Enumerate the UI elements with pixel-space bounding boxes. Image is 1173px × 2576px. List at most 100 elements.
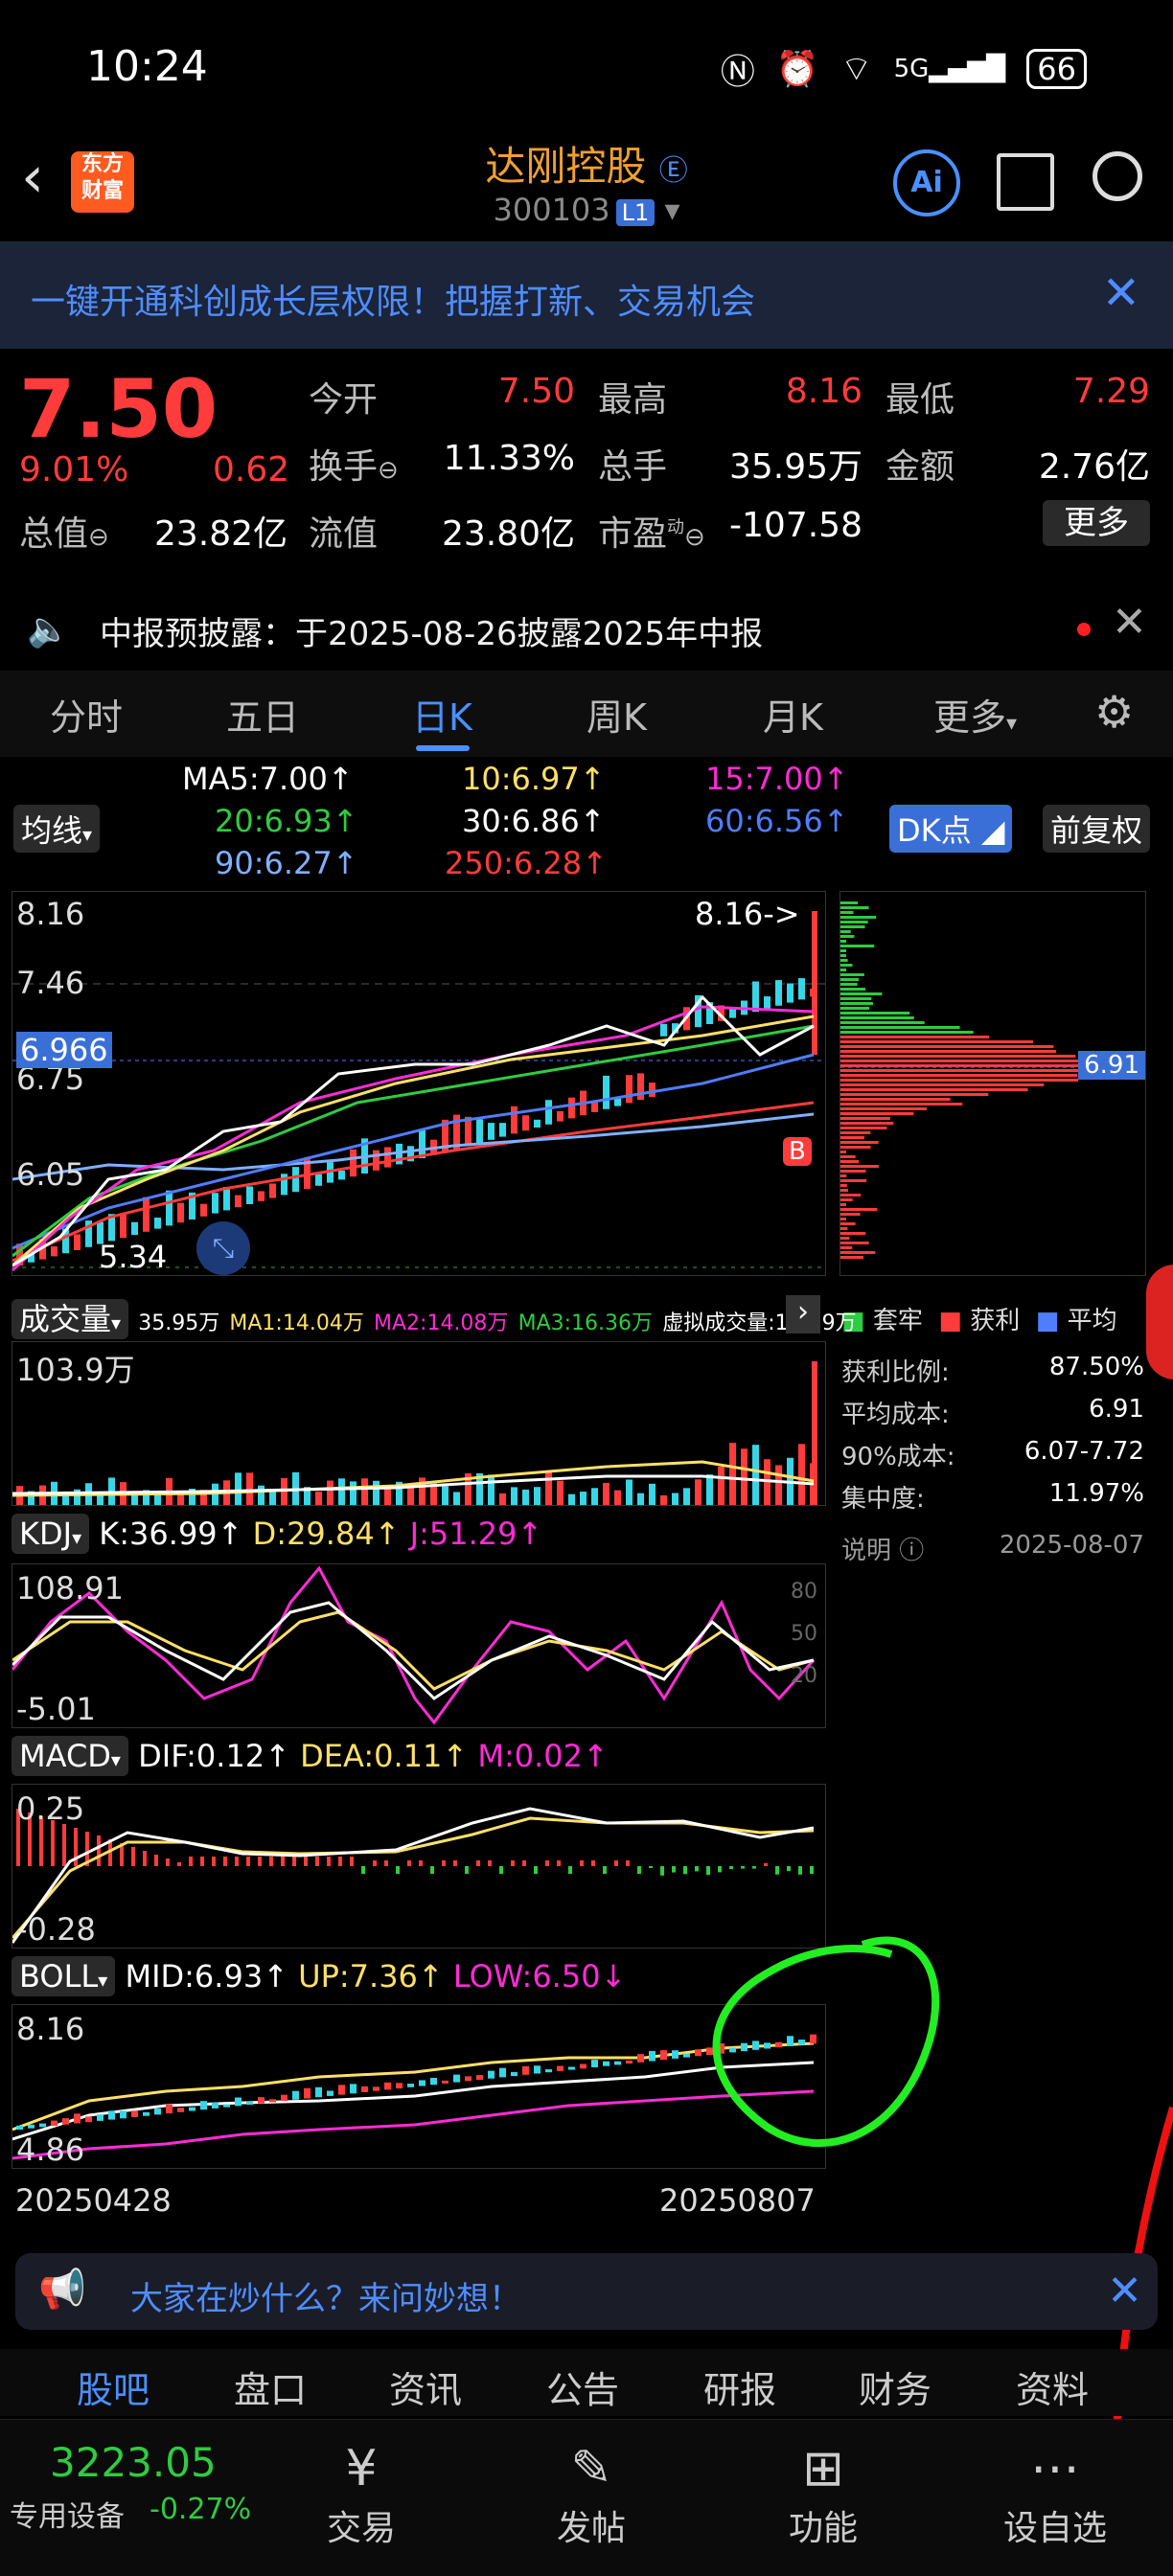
candle	[660, 1023, 667, 1037]
volume-bar	[545, 1471, 552, 1505]
sector-change: -0.27%	[150, 2493, 252, 2526]
volume-bar	[603, 1482, 610, 1505]
more-icon: ⋯	[1030, 2440, 1080, 2497]
candle	[637, 1073, 644, 1101]
sector-name[interactable]: 专用设备	[10, 2493, 125, 2535]
volume-bar	[626, 1479, 632, 1505]
volume-bar	[453, 1492, 460, 1505]
candle	[729, 1008, 736, 1018]
floating-tab[interactable]	[1146, 1265, 1173, 1379]
candle	[649, 1083, 656, 1097]
volume-bar	[177, 1494, 184, 1505]
tab-finance[interactable]: 财务	[859, 2360, 932, 2413]
notice-bar[interactable]: 🔈 中报预披露：于2025-08-26披露2025年中报 ✕	[0, 594, 1173, 661]
candle	[166, 1190, 172, 1226]
close-icon[interactable]: ✕	[1112, 598, 1147, 647]
search-icon[interactable]	[1092, 151, 1142, 201]
open-value: 7.50	[497, 372, 575, 411]
tab-research[interactable]: 研报	[703, 2360, 776, 2413]
megaphone-icon: 📢	[38, 2268, 86, 2312]
candle	[626, 1075, 632, 1104]
chip-bar	[840, 1256, 863, 1259]
trade-button[interactable]: ¥ 交易	[289, 2437, 433, 2550]
tab-more[interactable]: 更多▾	[933, 688, 1017, 741]
tab-pankou[interactable]: 盘口	[234, 2360, 307, 2413]
volume-bar	[327, 1480, 334, 1505]
more-button[interactable]: 更多	[1043, 500, 1150, 546]
chip-bar	[840, 983, 858, 986]
adjust-selector[interactable]: 前复权	[1043, 805, 1151, 853]
volume-value: 35.95万	[728, 447, 862, 487]
tab-intraday[interactable]: 分时	[50, 688, 123, 741]
close-icon[interactable]: ✕	[1102, 266, 1140, 320]
ma-type-selector[interactable]: 均线▾	[13, 805, 101, 853]
macd-selector[interactable]: MACD▾	[12, 1736, 128, 1776]
candle	[511, 1106, 518, 1134]
battery-icon: 66	[1026, 49, 1087, 89]
macd-bar	[465, 1866, 469, 1874]
kline-panel[interactable]: 8.16 7.46 6.75 6.05 6.966 8.16-> 5.34 B …	[12, 891, 826, 1276]
chip-bar	[840, 1060, 1094, 1062]
tab-guba[interactable]: 股吧	[77, 2360, 150, 2413]
promo-banner[interactable]: 一键开通科创成长层权限！把握打新、交易机会 ✕	[0, 241, 1173, 349]
ai-button[interactable]: Ai	[893, 149, 960, 217]
tab-weekly-k[interactable]: 周K	[586, 688, 647, 741]
kdj-header: KDJ▾ K:36.99↑ D:29.84↑ J:51.29↑	[12, 1514, 542, 1554]
ask-bar[interactable]: 📢 大家在炒什么？来问妙想！ ✕	[15, 2253, 1158, 2330]
macd-max: 0.25	[16, 1790, 85, 1827]
volume-bar	[499, 1493, 506, 1505]
chevron-right-icon[interactable]: ›	[786, 1295, 820, 1334]
low-label: 最低	[886, 380, 955, 420]
functions-button[interactable]: ⊞ 功能	[751, 2437, 895, 2550]
kdj-selector[interactable]: KDJ▾	[12, 1514, 90, 1554]
chip-bar	[840, 930, 851, 933]
buy-signal-mark[interactable]: B	[783, 1137, 812, 1166]
tab-news[interactable]: 资讯	[389, 2360, 462, 2413]
kdj-panel[interactable]: 108.91 -5.01 80 50 20	[12, 1563, 826, 1728]
chip-bar	[840, 921, 868, 923]
volume-bar	[637, 1493, 644, 1505]
concentration-label: 集中度:	[841, 1485, 925, 1514]
chip-bar	[840, 949, 846, 952]
macd-bar	[51, 1820, 55, 1866]
tab-5day[interactable]: 五日	[226, 688, 299, 741]
post-button[interactable]: ✎ 发帖	[519, 2437, 663, 2550]
dk-point-button[interactable]: DK点 ◢	[889, 805, 1013, 853]
notice-text: 中报预披露：于2025-08-26披露2025年中报	[100, 615, 764, 653]
macd-bar	[787, 1866, 791, 1872]
chip-bar	[840, 1146, 871, 1149]
gear-icon[interactable]: ⚙	[1094, 686, 1134, 738]
macd-bar	[430, 1866, 434, 1874]
ma90-value: 90:6.27↑	[215, 845, 358, 881]
y-tick: 6.05	[16, 1156, 85, 1193]
macd-bar	[695, 1866, 699, 1872]
macd-bar	[281, 1857, 285, 1866]
volume-bar	[741, 1448, 748, 1505]
volume-selector[interactable]: 成交量▾	[12, 1299, 129, 1339]
tab-announcements[interactable]: 公告	[546, 2360, 619, 2413]
macd-bar	[568, 1866, 572, 1874]
tab-daily-k[interactable]: 日K	[412, 688, 472, 741]
candle	[235, 1195, 242, 1208]
volume-bar	[373, 1480, 380, 1505]
stock-header: ‹ 东方 财富 达刚控股 Ⓔ 300103 L1 ▾ Ai	[0, 134, 1173, 239]
macd-bar	[591, 1860, 595, 1866]
volume-panel[interactable]: 103.9万	[12, 1341, 826, 1506]
volume-bar	[361, 1478, 368, 1505]
volume-bar	[718, 1466, 724, 1505]
share-icon[interactable]	[997, 153, 1054, 211]
volume-bar	[649, 1483, 656, 1505]
sector-index-value[interactable]: 3223.05	[50, 2439, 217, 2486]
chip-bar	[840, 925, 865, 928]
candle	[258, 1191, 264, 1201]
close-icon[interactable]: ✕	[1107, 2267, 1142, 2315]
add-watchlist-button[interactable]: ⋯ 设自选	[983, 2437, 1127, 2550]
expand-icon[interactable]: ⤡	[196, 1221, 250, 1275]
candle	[292, 1167, 299, 1193]
tab-profile[interactable]: 资料	[1016, 2360, 1089, 2413]
tab-monthly-k[interactable]: 月K	[763, 688, 823, 741]
chip-bar	[840, 1122, 894, 1125]
macd-bar	[338, 1857, 342, 1866]
chip-distribution[interactable]: 6.91	[840, 891, 1146, 1276]
chip-help[interactable]: 说明 ⓘ	[841, 1531, 924, 1566]
